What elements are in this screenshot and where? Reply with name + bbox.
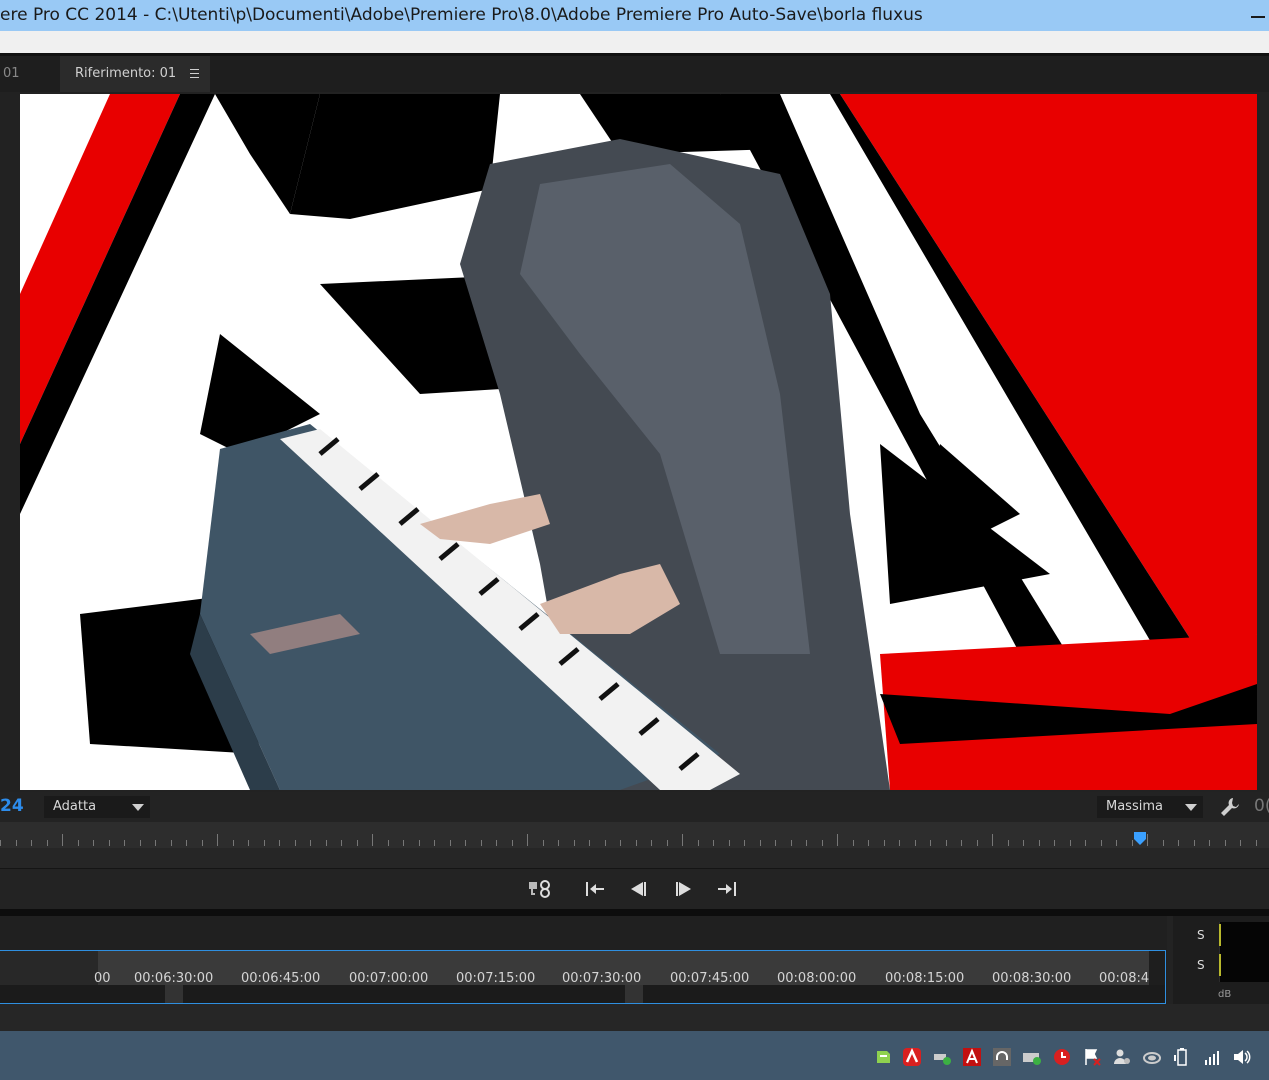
timeline-time-label: 00:06:30:00 [134,971,214,986]
scrollbar-handle-left[interactable] [165,985,183,1003]
zoom-level-select[interactable]: Adatta [44,796,150,818]
timeline-time-label: 00 [94,971,111,986]
playback-quality-select[interactable]: Massima [1097,796,1203,818]
timeline-time-label: 00:08:15:00 [885,971,965,986]
step-forward-icon[interactable] [670,877,696,901]
zoom-level-value: Adatta [53,799,97,814]
drive-sync-icon[interactable] [1022,1047,1042,1067]
timeline-time-labels: 00 00:06:30:00 00:06:45:00 00:07:00:00 00:07… [0,951,1165,986]
monitor-tab-bar: 01 Riferimento: 01 [0,56,1269,92]
solo-button-2[interactable]: S [1197,958,1205,972]
avira-icon[interactable] [902,1047,922,1067]
cloud-icon[interactable] [1142,1047,1162,1067]
audio-meter-panel: S S dB [1173,916,1269,1004]
timeline-time-label: 00:07:30:00 [562,971,642,986]
timeline-time-label: 00:07:45:00 [670,971,750,986]
timeline-panel: 00 00:06:30:00 00:06:45:00 00:07:00:00 00:07… [0,916,1167,1004]
scrollbar-handle-right[interactable] [625,985,643,1003]
minimize-button[interactable] [1251,0,1265,31]
time-ruler-ticks [0,832,1257,846]
taskbar [0,1031,1269,1080]
clock-alert-icon[interactable] [1052,1047,1072,1067]
bind-sequence-icon[interactable] [528,877,554,901]
chevron-down-icon [1185,804,1197,811]
timeline-time-label: 00:06:45:00 [241,971,321,986]
flag-error-icon[interactable] [1082,1047,1102,1067]
timeline-time-label: 00:08:00:00 [777,971,857,986]
panel-menu-icon[interactable] [190,69,199,78]
meter-unit-label: dB [1218,989,1232,1000]
duration-timecode: 0( [1254,796,1269,816]
go-to-in-icon[interactable] [583,877,609,901]
tab-reference-label: Riferimento: 01 [75,66,177,81]
battery-icon[interactable] [1172,1047,1192,1067]
timeline-time-ruler[interactable]: 00 00:06:30:00 00:06:45:00 00:07:00:00 00:07… [0,950,1166,1004]
monitor-controls-row: 24 Adatta Massima 0( [0,792,1269,822]
timeline-scrollbar[interactable] [0,985,1165,1003]
transport-controls [0,869,1269,909]
network-check-icon[interactable] [932,1047,952,1067]
timeline-time-label: 00:07:00:00 [349,971,429,986]
headset-icon[interactable] [992,1047,1012,1067]
window-titlebar: ere Pro CC 2014 - C:\Utenti\p\Documenti\… [0,0,1269,31]
timeline-time-label: 00:08:30:00 [992,971,1072,986]
menu-bar [0,31,1269,53]
step-back-icon[interactable] [627,877,653,901]
playback-quality-value: Massima [1106,799,1163,814]
signal-strength-icon[interactable] [1202,1047,1222,1067]
timeline-time-label: 00:08:4 [1099,971,1150,986]
video-frame-image [20,94,1257,790]
ruler-zoom-bar[interactable] [0,848,1269,869]
timeline-time-label: 00:07:15:00 [456,971,536,986]
time-ruler[interactable] [0,822,1269,848]
adobe-icon[interactable] [962,1047,982,1067]
window-title: ere Pro CC 2014 - C:\Utenti\p\Documenti\… [0,5,923,25]
reference-monitor [0,92,1269,792]
playhead-marker[interactable] [1134,832,1146,845]
volume-icon[interactable] [1232,1047,1252,1067]
panel-divider [0,909,1269,916]
playhead-timecode[interactable]: 24 [0,796,24,816]
user-settings-icon[interactable] [1112,1047,1132,1067]
meter-level-tick [1219,924,1221,946]
meter-level-tick [1219,954,1221,976]
tab-reference-monitor[interactable]: Riferimento: 01 [60,56,210,92]
tab-program[interactable]: 01 [3,56,20,92]
wrench-icon[interactable] [1219,796,1241,818]
video-frame [20,94,1257,790]
chevron-down-icon [132,804,144,811]
solo-button-1[interactable]: S [1197,928,1205,942]
evernote-icon[interactable] [873,1047,893,1067]
go-to-out-icon[interactable] [714,877,740,901]
panel-footer [0,1004,1269,1031]
audio-meter [1219,922,1269,982]
